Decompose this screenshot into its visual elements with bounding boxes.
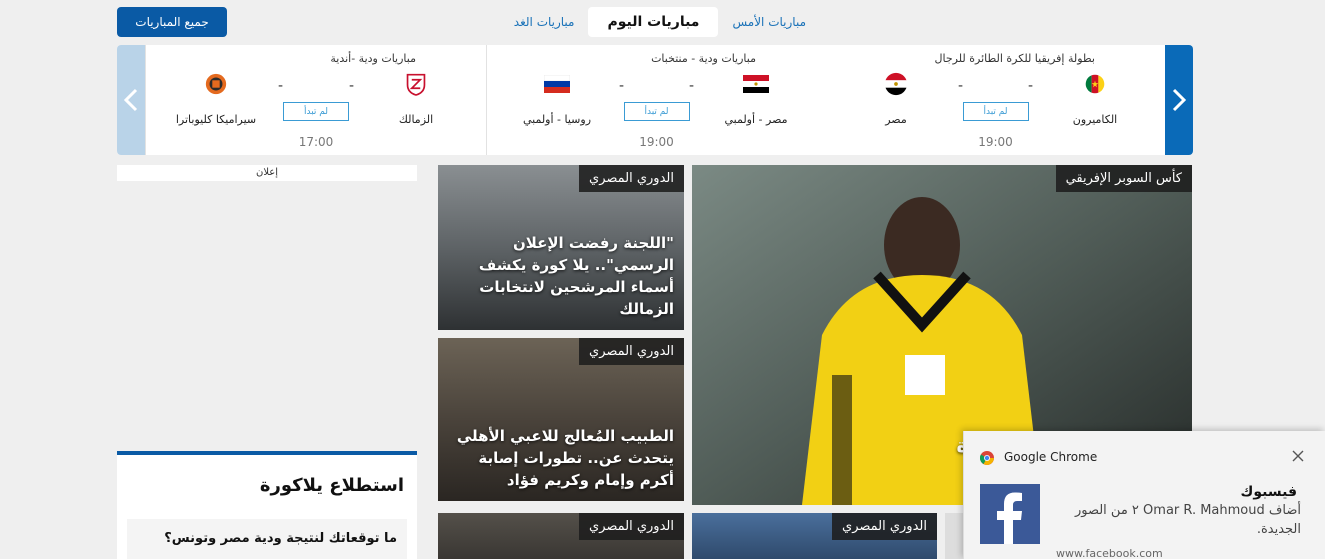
day-tabs: مباريات الأمس مباريات اليوم مباريات الغد <box>490 7 820 37</box>
news-card[interactable]: الدوري المصري الطبيب المُعالج للاعبي الأ… <box>438 338 684 501</box>
match-time: 19:00 <box>639 135 674 149</box>
poll-title: استطلاع يلاكورة <box>259 475 404 496</box>
competition-title: بطولة إفريقيا للكرة الطائرة للرجال <box>934 52 1095 65</box>
facebook-icon <box>980 484 1040 544</box>
all-matches-button[interactable]: جميع المباريات <box>117 7 227 37</box>
notification-title: فيسبوك <box>1240 484 1297 500</box>
ad-label: إعلان <box>117 165 417 181</box>
match-status: لم تبدأ <box>623 102 690 121</box>
category-tag: الدوري المصري <box>832 513 937 540</box>
match-card[interactable]: مباريات ودية - منتخبات مصر - أولمبي - لم… <box>486 45 826 155</box>
news-headline: الطبيب المُعالج للاعبي الأهلي يتحدث عن..… <box>456 427 674 489</box>
away-team: مصر <box>846 69 946 126</box>
news-card[interactable]: الدوري المصري <box>438 513 684 559</box>
match-card[interactable]: مباريات ودية -أندية الزمالك - لم تبدأ - … <box>145 45 486 155</box>
zamalek-logo-icon <box>366 69 466 99</box>
category-tag: كأس السوبر الإفريقي <box>1055 165 1192 192</box>
russia-flag-icon <box>507 69 607 99</box>
chevron-left-icon <box>123 88 138 112</box>
chrome-icon <box>980 451 994 465</box>
away-score: - <box>958 78 964 94</box>
tab-tomorrow[interactable]: مباريات الغد <box>500 7 589 37</box>
home-team-name: مصر - أولمبي <box>724 113 788 126</box>
competition-title: مباريات ودية - منتخبات <box>651 52 756 65</box>
home-team: الزمالك <box>366 69 466 126</box>
away-team-name: روسيا - أولمبي <box>522 113 592 126</box>
notification-body: أضاف Omar R. Mahmoud ٢ من الصور الجديدة. <box>1074 503 1301 537</box>
away-team-name: مصر <box>885 113 907 126</box>
chevron-right-icon <box>1172 88 1187 112</box>
away-team: سيراميكا كليوباترا <box>166 69 266 126</box>
cameroon-flag-icon <box>1045 69 1145 99</box>
poll-question[interactable]: ما توقعاتك لنتيجة ودية مصر وتونس؟ <box>127 519 407 559</box>
competition-title: مباريات ودية -أندية <box>330 52 416 65</box>
close-icon[interactable] <box>1291 449 1305 463</box>
home-team-name: الكاميرون <box>1072 113 1118 126</box>
home-score: - <box>688 78 694 94</box>
news-card[interactable] <box>945 513 963 559</box>
category-tag: الدوري المصري <box>579 338 684 365</box>
match-strip: بطولة إفريقيا للكرة الطائرة للرجال الكام… <box>117 45 1193 155</box>
home-score: - <box>348 78 354 94</box>
egypt-flag-icon <box>706 69 806 99</box>
tab-yesterday[interactable]: مباريات الأمس <box>718 7 820 37</box>
away-score: - <box>619 78 625 94</box>
away-team: روسيا - أولمبي <box>507 69 607 126</box>
home-team: مصر - أولمبي <box>706 69 806 126</box>
match-card[interactable]: بطولة إفريقيا للكرة الطائرة للرجال الكام… <box>826 45 1165 155</box>
next-arrow-button[interactable] <box>1165 45 1193 155</box>
match-time: 17:00 <box>298 135 334 149</box>
match-time: 19:00 <box>978 135 1013 149</box>
match-status: لم تبدأ <box>283 102 349 121</box>
news-card[interactable]: الدوري المصري "اللجنة رفضت الإعلان الرسم… <box>438 165 684 330</box>
chrome-notification[interactable]: Google Chrome فيسبوك أضاف Omar R. Mahmou… <box>963 431 1325 559</box>
home-team-name: الزمالك <box>398 113 434 126</box>
notification-url: www.facebook.com <box>1056 547 1163 559</box>
news-card[interactable]: الدوري المصري <box>692 513 937 559</box>
away-score: - <box>278 78 284 94</box>
poll-widget: استطلاع يلاكورة ما توقعاتك لنتيجة ودية م… <box>117 451 417 559</box>
prev-arrow-button[interactable] <box>117 45 145 155</box>
egypt-flag-icon <box>846 69 946 99</box>
home-score: - <box>1027 78 1033 94</box>
notification-app-name: Google Chrome <box>1004 450 1098 464</box>
match-status: لم تبدأ <box>962 102 1029 121</box>
home-team: الكاميرون <box>1045 69 1145 126</box>
category-tag: الدوري المصري <box>579 513 684 540</box>
category-tag: الدوري المصري <box>579 165 684 192</box>
tab-today[interactable]: مباريات اليوم <box>588 7 719 37</box>
news-headline: "اللجنة رفضت الإعلان الرسمي".. يلا كورة … <box>478 234 674 318</box>
away-team-name: سيراميكا كليوباترا <box>175 113 257 126</box>
ceramica-logo-icon <box>166 69 266 99</box>
